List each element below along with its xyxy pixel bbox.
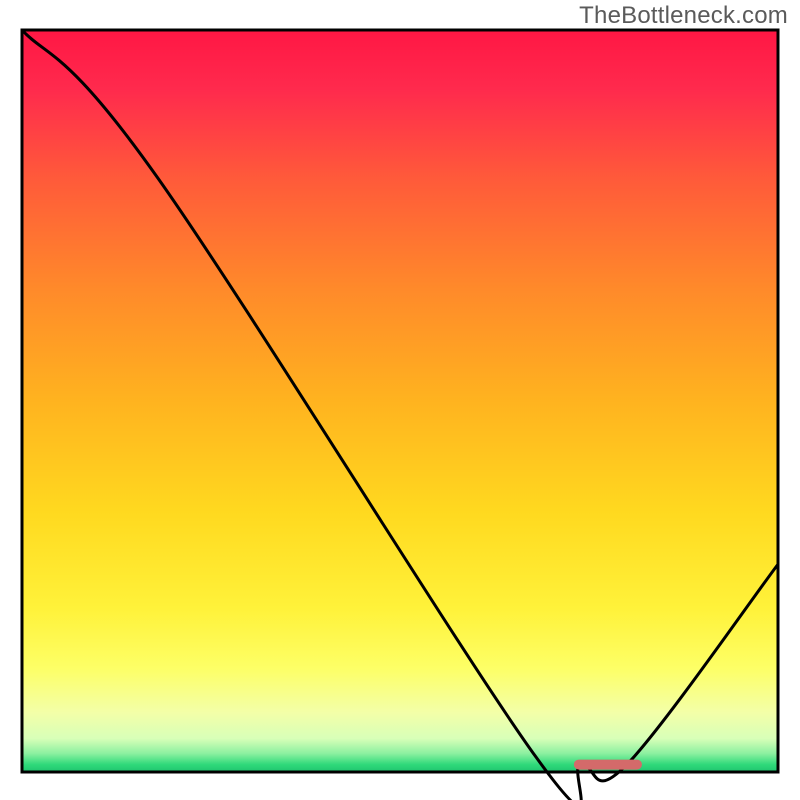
chart-container: TheBottleneck.com <box>0 0 800 800</box>
plot-background <box>22 30 778 772</box>
optimum-marker <box>574 760 642 770</box>
bottleneck-chart <box>0 0 800 800</box>
watermark-text: TheBottleneck.com <box>579 2 788 30</box>
